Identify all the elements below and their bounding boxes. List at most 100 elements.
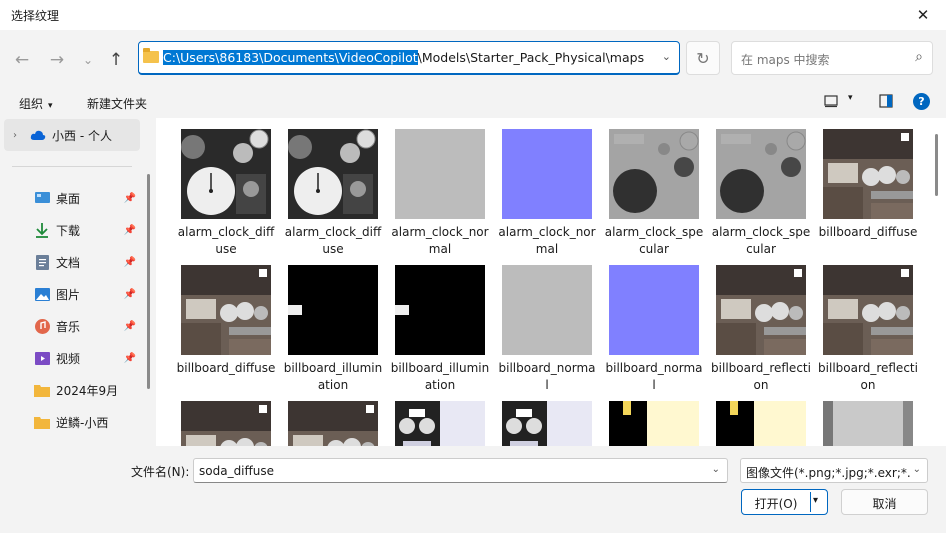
- back-button[interactable]: ←: [10, 48, 34, 72]
- filetype-select[interactable]: 图像文件(*.png;*.jpg;*.exr;*.hdr) ⌄: [740, 458, 928, 483]
- sidebar-item-folder-2024-09[interactable]: 2024年9月: [4, 374, 140, 406]
- sidebar-item-documents[interactable]: 文档 📌: [4, 246, 140, 278]
- file-item[interactable]: [711, 391, 811, 446]
- navigation-pane: › 小西 - 个人 桌面 📌 下载 📌 文档 📌 图片 📌 音乐 📌 视频 📌 …: [0, 118, 156, 446]
- close-button[interactable]: ✕: [900, 0, 946, 30]
- folder-icon: [34, 382, 50, 398]
- search-box[interactable]: 在 maps 中搜索 ⌕: [731, 41, 933, 75]
- help-icon[interactable]: ?: [913, 93, 930, 110]
- file-name: billboard_illumination: [283, 361, 383, 392]
- refresh-button[interactable]: ↻: [686, 41, 720, 75]
- view-mode-icon[interactable]: [824, 94, 840, 110]
- dialog-footer: 文件名(N): soda_diffuse ⌄ 图像文件(*.png;*.jpg;…: [0, 446, 946, 533]
- open-dropdown-icon[interactable]: ▾: [813, 495, 818, 506]
- pin-icon: 📌: [123, 192, 136, 204]
- open-button-label: 打开(O): [754, 497, 798, 511]
- sidebar-item-folder-nilin[interactable]: 逆鳞-小西: [4, 406, 140, 438]
- file-name: billboard_diffuse: [818, 225, 918, 239]
- file-thumbnail: [716, 265, 806, 355]
- title-bar: 选择纹理 ✕: [0, 0, 946, 30]
- file-item[interactable]: [604, 391, 704, 446]
- address-dropdown-icon[interactable]: ⌄: [662, 50, 671, 63]
- file-name: alarm_clock_normal: [498, 225, 596, 256]
- file-item[interactable]: billboard_illumination: [283, 255, 383, 392]
- sidebar-item-label: 小西 - 个人: [52, 128, 112, 143]
- organize-menu[interactable]: 组织 ▾: [19, 95, 53, 112]
- pin-icon: 📌: [123, 352, 136, 364]
- file-item[interactable]: alarm_clock_diffuse: [176, 119, 276, 256]
- file-item[interactable]: billboard_normal: [604, 255, 704, 392]
- address-path-selected: C:\Users\86183\Documents\VideoCopilot: [163, 50, 418, 65]
- file-thumbnail: [716, 129, 806, 219]
- file-item[interactable]: [283, 391, 383, 446]
- file-item[interactable]: alarm_clock_specular: [604, 119, 704, 256]
- file-item[interactable]: billboard_diffuse: [176, 255, 276, 385]
- file-name: billboard_normal: [605, 361, 703, 392]
- address-path[interactable]: C:\Users\86183\Documents\VideoCopilot\Mo…: [163, 50, 644, 65]
- file-name: alarm_clock_diffuse: [284, 225, 382, 256]
- sidebar-item-onedrive[interactable]: › 小西 - 个人: [4, 119, 140, 151]
- file-thumbnail: [502, 401, 592, 446]
- file-thumbnail: [823, 129, 913, 219]
- filename-dropdown-icon[interactable]: ⌄: [712, 464, 720, 475]
- file-thumbnail: [288, 265, 378, 355]
- file-name: billboard_reflection: [818, 361, 918, 392]
- search-icon[interactable]: ⌕: [915, 49, 923, 65]
- sidebar-item-label: 2024年9月: [56, 383, 119, 398]
- filetype-dropdown-icon[interactable]: ⌄: [912, 464, 921, 475]
- address-path-rest: \Models\Starter_Pack_Physical\maps: [417, 50, 645, 65]
- chevron-right-icon[interactable]: ›: [4, 130, 22, 141]
- sidebar-item-downloads[interactable]: 下载 📌: [4, 214, 140, 246]
- file-thumbnail: [395, 129, 485, 219]
- sidebar-item-pictures[interactable]: 图片 📌: [4, 278, 140, 310]
- file-name: billboard_reflection: [711, 361, 811, 392]
- pin-icon: 📌: [123, 288, 136, 300]
- sidebar-item-desktop[interactable]: 桌面 📌: [4, 182, 140, 214]
- file-item[interactable]: alarm_clock_diffuse: [283, 119, 383, 256]
- file-item[interactable]: billboard_diffuse: [818, 119, 918, 249]
- file-list: alarm_clock_diffuse alarm_clock_diffuse al…: [156, 118, 946, 446]
- file-item[interactable]: billboard_reflection: [711, 255, 811, 392]
- sidebar-item-label: 桌面: [56, 191, 81, 206]
- open-button-divider: [810, 492, 811, 512]
- file-list-scrollbar[interactable]: [935, 134, 938, 196]
- sidebar-item-videos[interactable]: 视频 📌: [4, 342, 140, 374]
- file-thumbnail: [181, 265, 271, 355]
- file-thumbnail: [502, 129, 592, 219]
- file-item[interactable]: alarm_clock_normal: [497, 119, 597, 256]
- pin-icon: 📌: [123, 256, 136, 268]
- address-bar[interactable]: C:\Users\86183\Documents\VideoCopilot\Mo…: [138, 41, 680, 75]
- sidebar-item-label: 逆鳞-小西: [56, 415, 109, 430]
- caret-down-icon: ▾: [48, 101, 53, 111]
- view-mode-caret-icon[interactable]: ▾: [848, 93, 853, 103]
- up-button[interactable]: ↑: [104, 48, 128, 72]
- filename-field[interactable]: soda_diffuse ⌄: [193, 458, 728, 483]
- sidebar-item-music[interactable]: 音乐 📌: [4, 310, 140, 342]
- file-item[interactable]: [818, 391, 918, 446]
- file-name: billboard_normal: [498, 361, 596, 392]
- file-item[interactable]: billboard_normal: [497, 255, 597, 392]
- cancel-button[interactable]: 取消: [841, 489, 928, 515]
- open-button[interactable]: 打开(O) ▾: [741, 489, 828, 515]
- file-thumbnail: [288, 129, 378, 219]
- new-folder-button[interactable]: 新建文件夹: [87, 95, 147, 112]
- file-item[interactable]: billboard_illumination: [390, 255, 490, 392]
- file-item[interactable]: alarm_clock_normal: [390, 119, 490, 256]
- sidebar-scrollbar[interactable]: [147, 174, 150, 389]
- video-icon: [34, 350, 50, 366]
- file-name: alarm_clock_specular: [604, 225, 704, 256]
- file-item[interactable]: [390, 391, 490, 446]
- file-item[interactable]: billboard_reflection: [818, 255, 918, 392]
- file-name: billboard_illumination: [390, 361, 490, 392]
- pin-icon: 📌: [123, 320, 136, 332]
- forward-button[interactable]: →: [45, 48, 69, 72]
- preview-pane-icon[interactable]: [879, 94, 895, 110]
- file-thumbnail: [395, 265, 485, 355]
- folder-icon: [34, 414, 50, 430]
- file-item[interactable]: [497, 391, 597, 446]
- music-icon: [34, 318, 50, 334]
- file-item[interactable]: alarm_clock_specular: [711, 119, 811, 256]
- sidebar-item-label: 图片: [56, 287, 81, 302]
- recent-locations-button[interactable]: ⌄: [76, 48, 100, 72]
- file-item[interactable]: [176, 391, 276, 446]
